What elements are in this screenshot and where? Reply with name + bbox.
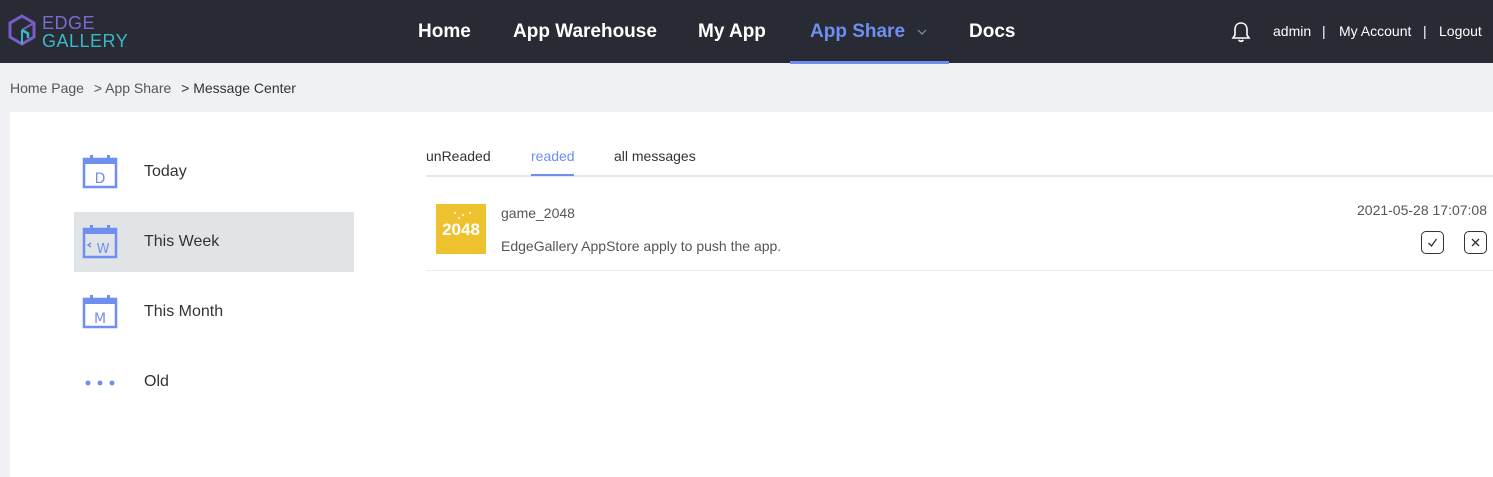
nav-app-warehouse[interactable]: App Warehouse: [513, 0, 657, 63]
edgegallery-logo[interactable]: EDGE GALLERY: [8, 14, 148, 50]
accept-button[interactable]: [1421, 231, 1444, 254]
calendar-glyph: M: [94, 311, 106, 327]
calendar-week-icon: W: [82, 225, 118, 259]
active-tab-indicator: [531, 174, 574, 176]
calendar-month-icon: M: [82, 295, 118, 329]
nav-home[interactable]: Home: [418, 0, 471, 63]
sidebar-item-label: This Month: [144, 303, 224, 320]
message-center-panel: D Today W This Week M This Month Old unR…: [10, 112, 1493, 477]
sidebar-item-label: Today: [144, 163, 187, 180]
breadcrumb-app-share[interactable]: > App Share: [94, 80, 171, 96]
close-icon: [1471, 238, 1480, 247]
thumb-dot: [462, 214, 464, 216]
message-app-name: game_2048: [501, 205, 575, 221]
sidebar-item-label: Old: [144, 373, 169, 390]
breadcrumb-home-page[interactable]: Home Page: [10, 80, 84, 96]
reject-button[interactable]: [1464, 231, 1487, 254]
message-text: EdgeGallery AppStore apply to push the a…: [501, 238, 782, 254]
sidebar-item-old[interactable]: Old: [74, 352, 354, 412]
top-navigation-bar: EDGE GALLERY Home App Warehouse My App A…: [0, 0, 1493, 64]
calendar-glyph: W: [97, 242, 110, 257]
tab-unreaded[interactable]: unReaded: [426, 148, 491, 164]
message-time: 2021-05-28 17:07:08: [1357, 202, 1487, 218]
thumb-dot: [454, 212, 456, 214]
header-separator: |: [1322, 23, 1326, 39]
sidebar-item-this-month[interactable]: M This Month: [74, 282, 354, 342]
more-dots-icon: [85, 380, 115, 386]
tab-readed[interactable]: readed: [531, 148, 575, 164]
tab-all-messages[interactable]: all messages: [614, 148, 696, 164]
app-thumbnail: 2048: [436, 204, 486, 254]
check-icon: [1428, 238, 1438, 248]
nav-my-app[interactable]: My App: [698, 0, 766, 63]
username[interactable]: admin: [1273, 0, 1311, 63]
my-account-link[interactable]: My Account: [1339, 0, 1411, 63]
message-tabs: unReaded readed all messages: [426, 148, 1493, 177]
nav-app-share[interactable]: App Share: [810, 0, 927, 63]
chevron-down-icon: [917, 29, 927, 35]
sidebar-item-this-week[interactable]: W This Week: [74, 212, 354, 272]
sidebar-item-label: This Week: [144, 233, 220, 250]
logo-line1: EDGE: [42, 13, 96, 33]
nav-app-share-label: App Share: [810, 21, 906, 42]
logo-cube-icon: [8, 14, 36, 46]
logo-text: EDGE GALLERY: [42, 14, 128, 50]
calendar-glyph: D: [95, 171, 106, 187]
bell-icon[interactable]: [1231, 21, 1251, 43]
logo-line2: GALLERY: [42, 31, 129, 51]
thumb-dot: [469, 212, 471, 214]
thumb-dot: [458, 217, 460, 219]
calendar-day-icon: D: [82, 155, 118, 189]
thumbnail-text: 2048: [442, 220, 480, 239]
logout-link[interactable]: Logout: [1439, 0, 1482, 63]
message-item[interactable]: 2048 game_2048 EdgeGallery AppStore appl…: [426, 192, 1493, 271]
sidebar-item-today[interactable]: D Today: [74, 142, 354, 202]
header-separator: |: [1423, 23, 1427, 39]
breadcrumb-message-center: > Message Center: [181, 80, 296, 96]
breadcrumb: Home Page > App Share > Message Center: [10, 80, 302, 96]
nav-docs[interactable]: Docs: [969, 0, 1015, 63]
active-nav-indicator: [790, 61, 949, 64]
